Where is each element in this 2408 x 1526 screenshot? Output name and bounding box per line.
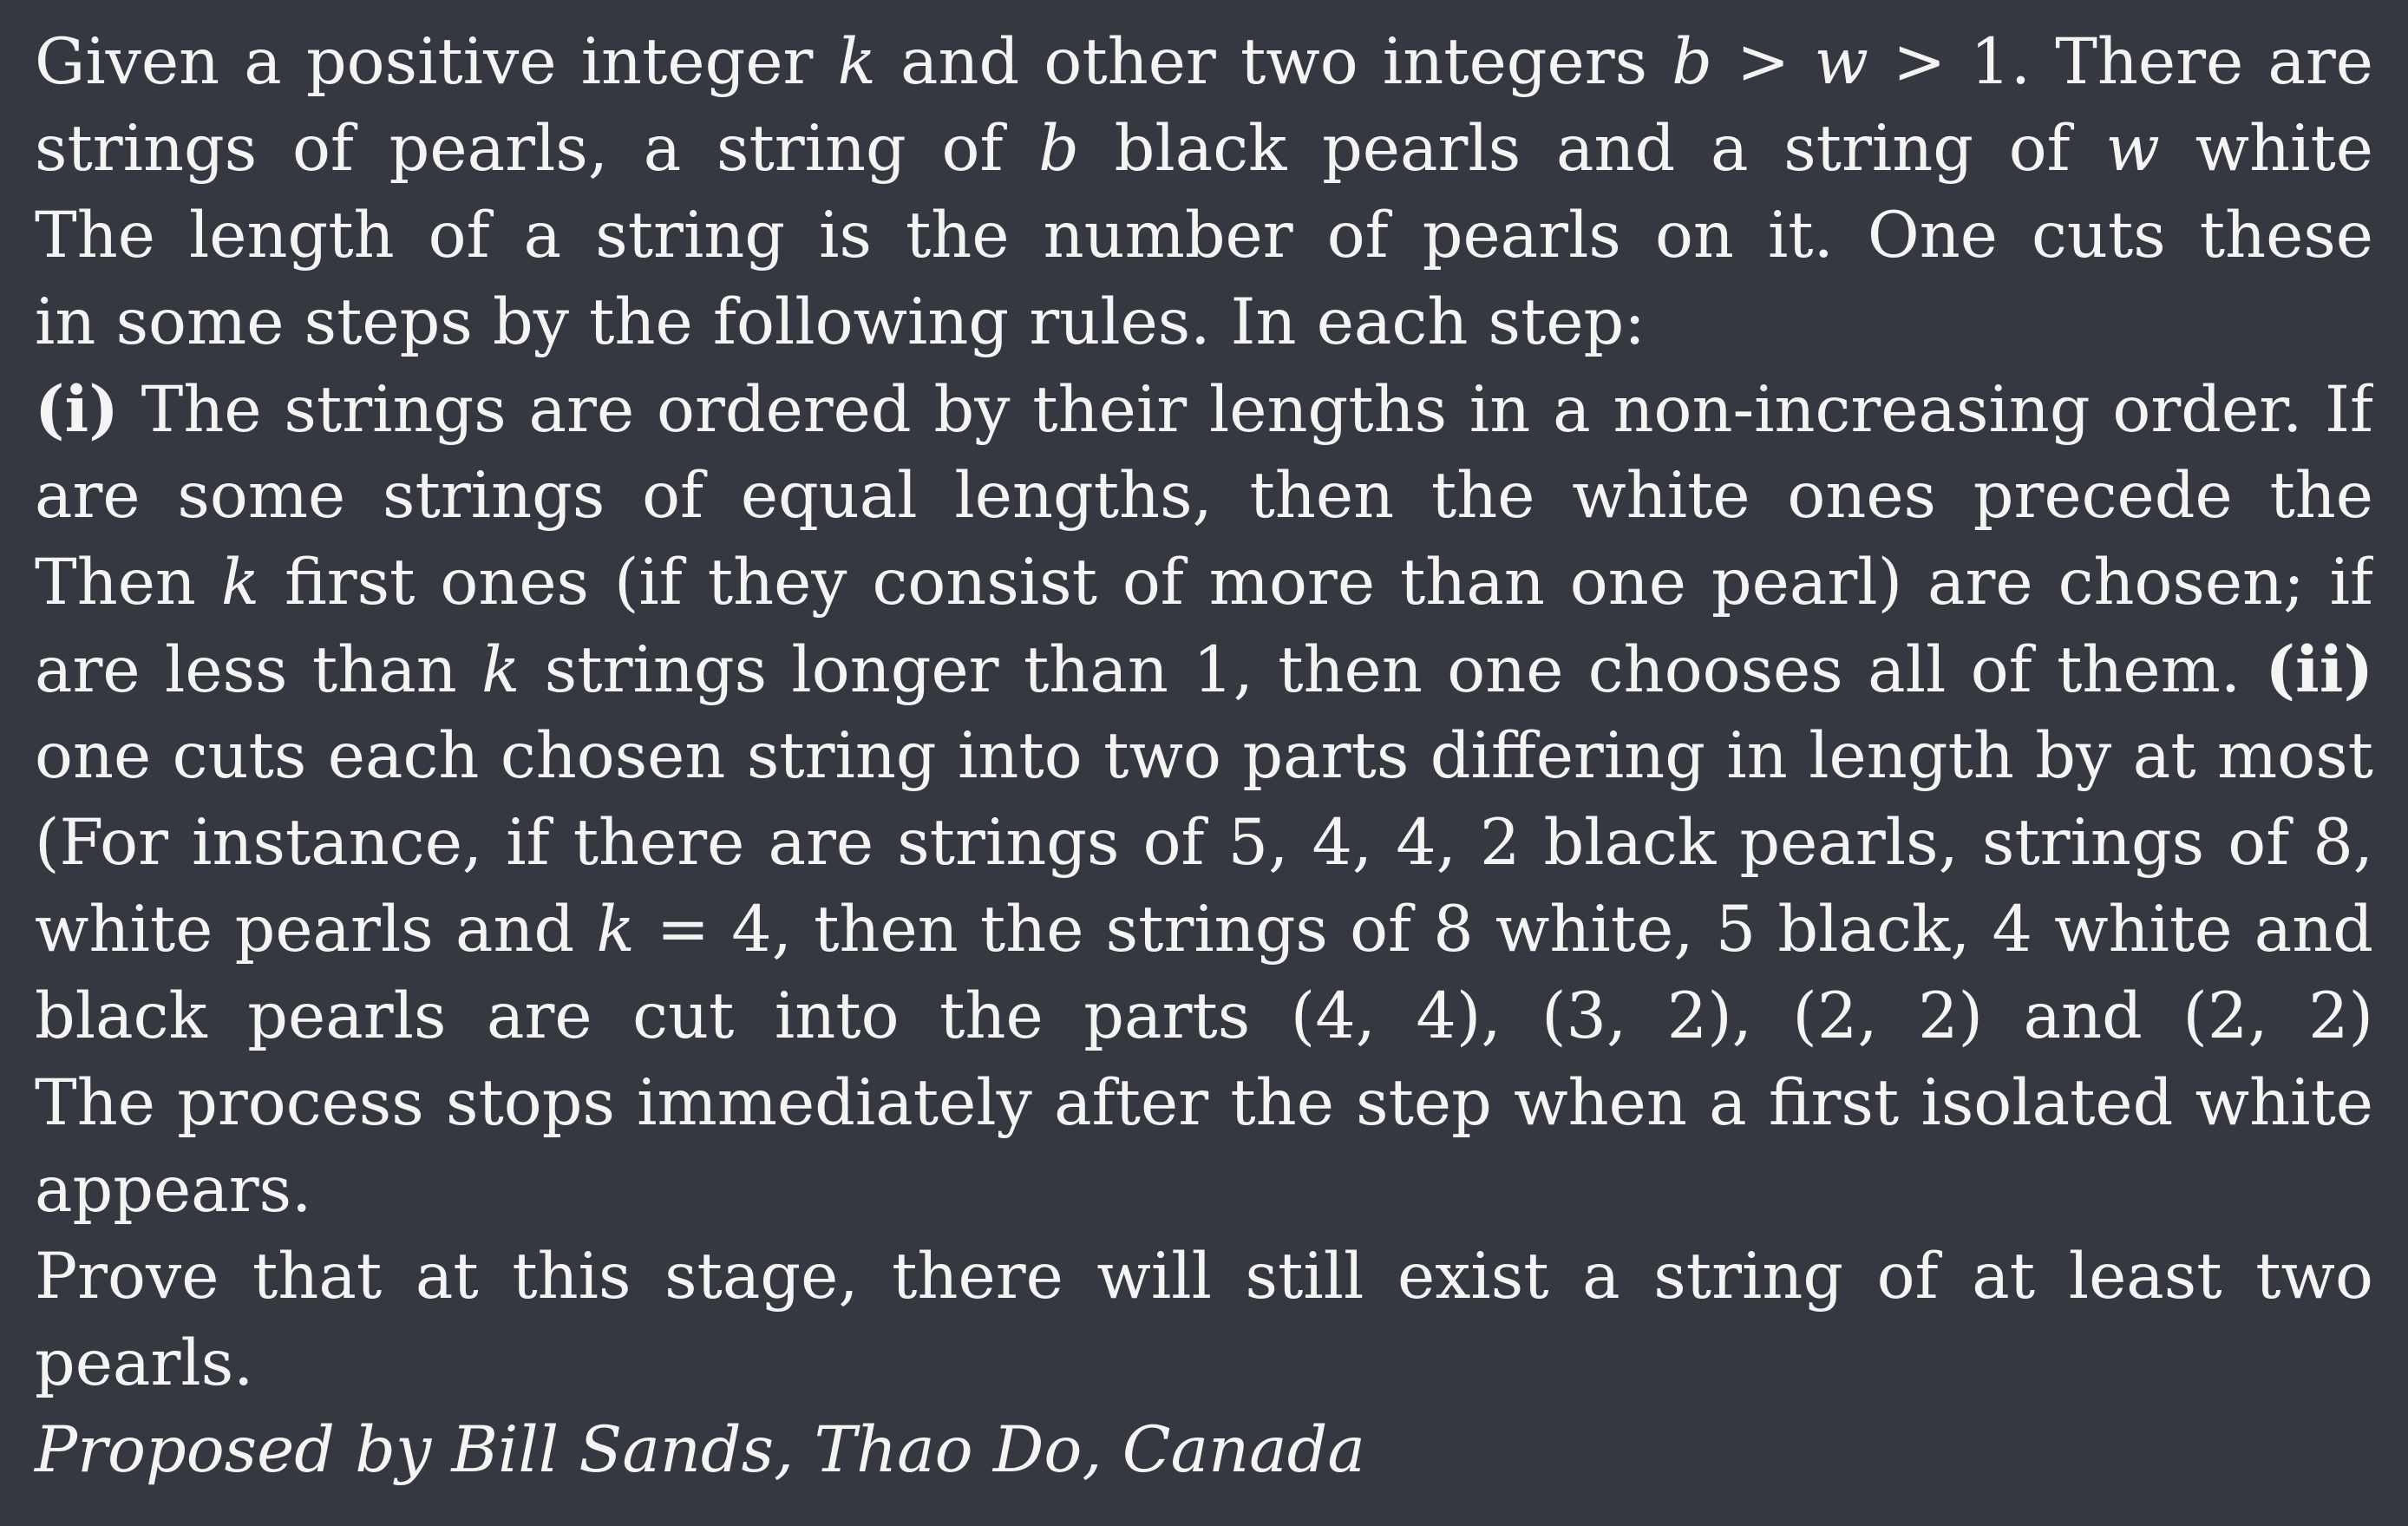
text-segment: black pearls are cut into the parts (4, … [35, 979, 2373, 1053]
text-segment: Given a positive integer [35, 25, 838, 99]
text-segment: in some steps by the following rules. In… [35, 285, 1646, 359]
text-segment: one cuts each chosen string into two par… [35, 719, 2373, 793]
text-segment: The strings are ordered by their lengths… [141, 373, 2373, 447]
text-line: Proposed by Bill Sands, Thao Do, Canada [35, 1407, 2373, 1494]
math-variable: w [1814, 25, 1868, 99]
text-line: Then k first ones (if they consist of mo… [35, 540, 2373, 626]
text-line: black pearls are cut into the parts (4, … [35, 973, 2373, 1060]
math-variable: b [1672, 25, 1712, 99]
math-variable: k [220, 546, 260, 619]
text-line: are some strings of equal lengths, then … [35, 453, 2373, 540]
text-segment: The process stops immediately after the … [35, 1066, 2373, 1140]
part-label: (ii) [2265, 632, 2373, 707]
text-line: The length of a string is the number of … [35, 193, 2373, 279]
text-segment: (For instance, if there are strings of 5… [35, 806, 2373, 880]
text-segment: black pearls and a string of [1078, 112, 2106, 186]
text-line: pearls. [35, 1320, 2373, 1407]
math-variable: b [1038, 112, 1079, 186]
text-line: (For instance, if there are strings of 5… [35, 800, 2373, 887]
text-line: are less than k strings longer than 1, t… [35, 626, 2373, 713]
text-segment: appears. [35, 1153, 312, 1227]
text-segment: strings longer than 1, then one chooses … [520, 633, 2266, 707]
attribution: Proposed by Bill Sands, Thao Do, Canada [35, 1413, 1365, 1487]
text-line: Prove that at this stage, there will sti… [35, 1234, 2373, 1320]
text-segment: > [1711, 25, 1815, 99]
text-segment: white pearls and [35, 893, 597, 966]
text-segment: strings of pearls, a string of [35, 112, 1039, 186]
text-segment: pearls. [35, 1326, 254, 1400]
text-segment: are some strings of equal lengths, then … [35, 459, 2373, 533]
text-line: strings of pearls, a string of b black p… [35, 106, 2373, 193]
text-line: (i) The strings are ordered by their len… [35, 366, 2373, 453]
text-segment: Prove that at this stage, there will sti… [35, 1240, 2373, 1313]
text-line: in some steps by the following rules. In… [35, 279, 2373, 366]
text-line: white pearls and k = 4, then the strings… [35, 887, 2373, 973]
text-segment: are less than [35, 633, 482, 707]
math-variable: w [2105, 112, 2160, 186]
math-variable: k [596, 893, 635, 966]
text-segment: Then [35, 546, 221, 619]
text-segment: and other two integers [875, 25, 1672, 99]
text-line: appears. [35, 1147, 2373, 1234]
text-segment: The length of a string is the number of … [35, 199, 2373, 272]
problem-statement: Given a positive integer k and other two… [35, 19, 2373, 1494]
math-variable: k [837, 25, 876, 99]
text-line: Given a positive integer k and other two… [35, 19, 2373, 106]
text-line: one cuts each chosen string into two par… [35, 713, 2373, 800]
math-variable: k [481, 633, 520, 707]
text-segment: first ones (if they consist of more than… [285, 546, 2373, 619]
part-label: (i) [35, 372, 119, 447]
text-line: The process stops immediately after the … [35, 1060, 2373, 1147]
